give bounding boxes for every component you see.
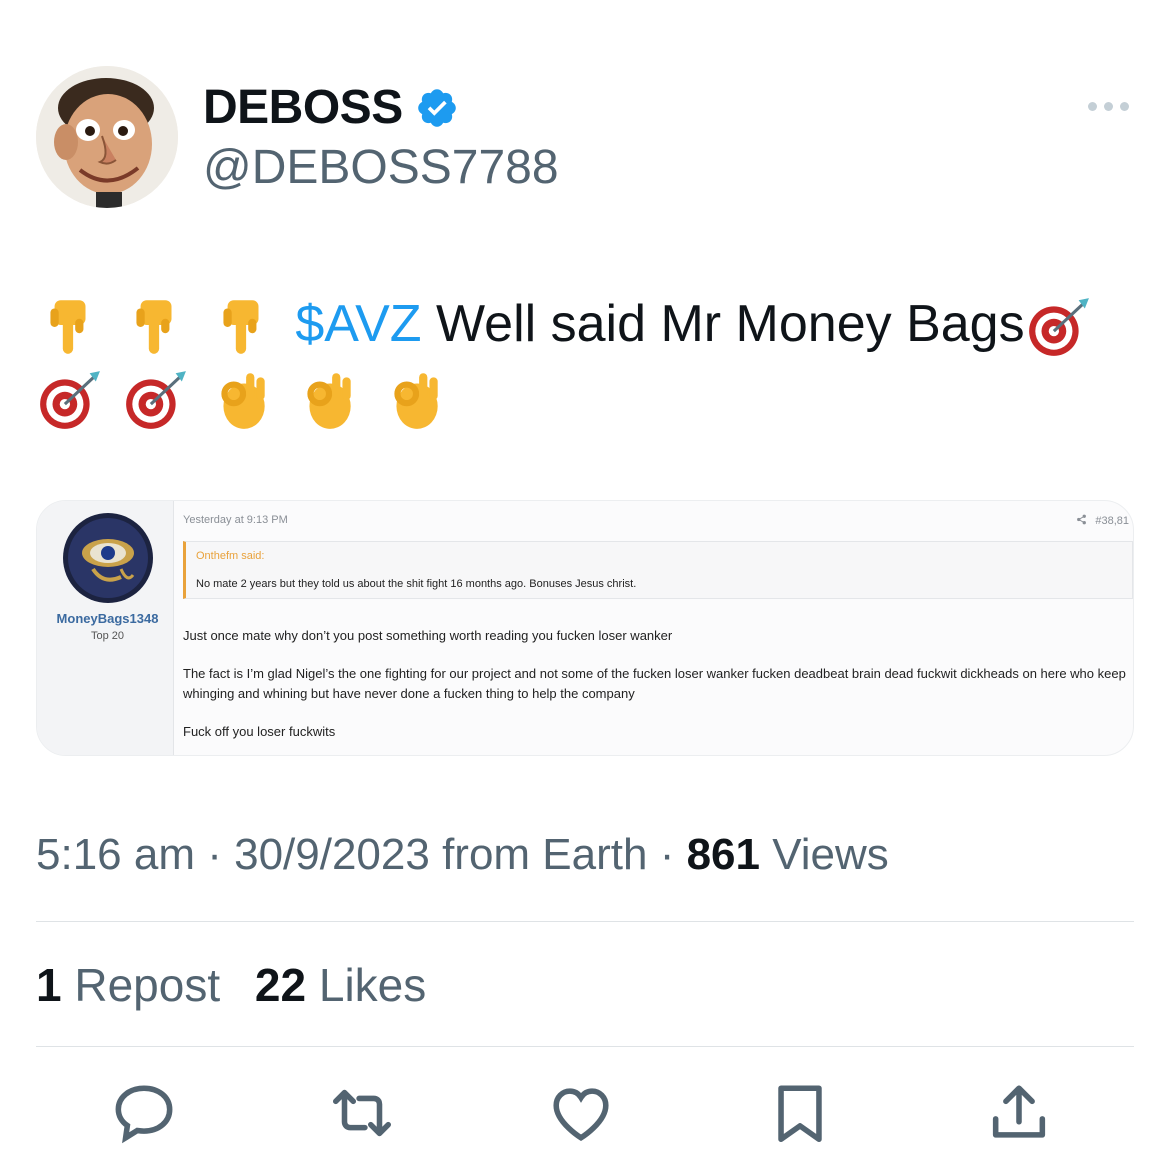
backhand-index-pointing-down-icon: [209, 294, 275, 360]
direct-hit-icon: [1025, 294, 1091, 360]
direct-hit-icon: [36, 367, 102, 433]
tweet-meta: 5:16 am · 30/9/2023 from Earth · 861 Vie…: [36, 830, 889, 880]
reply-icon[interactable]: [109, 1078, 179, 1148]
divider: [36, 921, 1134, 922]
forum-post-number: #38,81: [1095, 515, 1129, 527]
bookmark-icon[interactable]: [765, 1078, 835, 1148]
more-options-icon[interactable]: [1086, 96, 1130, 116]
divider: [36, 1046, 1134, 1047]
author-display-name[interactable]: DEBOSS: [203, 80, 403, 135]
ok-hand-icon: [209, 367, 275, 433]
views-label[interactable]: Views: [760, 830, 889, 879]
tweet-media-image[interactable]: MoneyBags1348 Top 20 Yesterday at 9:13 P…: [36, 500, 1134, 756]
likes-label[interactable]: Likes: [306, 959, 426, 1011]
forum-avatar: [63, 513, 153, 603]
forum-post-date: Yesterday at 9:13 PM: [183, 514, 288, 526]
forum-quote-text: No mate 2 years but they told us about t…: [196, 578, 637, 590]
backhand-index-pointing-down-icon: [122, 294, 188, 360]
forum-quote-author: Onthefm said:: [196, 550, 265, 562]
forum-post-number-row: #38,81: [1076, 514, 1129, 528]
meta-separator: ·: [194, 830, 235, 879]
meta-separator: ·: [647, 830, 687, 879]
forum-quote: Onthefm said: No mate 2 years but they t…: [183, 541, 1133, 599]
like-icon[interactable]: [546, 1078, 616, 1148]
tweet-text: $AVZ Well said Mr Money Bags: [36, 288, 1136, 433]
cashtag-link[interactable]: $AVZ: [295, 295, 421, 353]
likes-stat[interactable]: 22 Likes: [255, 958, 426, 1012]
action-bar: [0, 1078, 1170, 1148]
author-name-row[interactable]: DEBOSS: [203, 80, 459, 135]
views-count[interactable]: 861: [687, 830, 760, 879]
ok-hand-icon: [295, 367, 361, 433]
tweet-time[interactable]: 5:16 am: [36, 830, 195, 879]
tweet-date[interactable]: 30/9/2023: [234, 830, 430, 879]
backhand-index-pointing-down-icon: [36, 294, 102, 360]
repost-icon[interactable]: [327, 1078, 397, 1148]
forum-post-body: Just once mate why don’t you post someth…: [183, 626, 1128, 755]
forum-body-line: Just once mate why don’t you post someth…: [183, 628, 673, 643]
reposts-stat[interactable]: 1 Repost: [36, 958, 220, 1012]
likes-count[interactable]: 22: [255, 959, 306, 1011]
forum-user-panel: MoneyBags1348 Top 20: [37, 501, 174, 755]
tweet-text-body: Well said Mr Money Bags: [421, 295, 1025, 353]
tweet-detail: DEBOSS @DEBOSS7788 $AVZ Well said Mr Mon…: [0, 0, 1170, 1156]
forum-body-line: The fact is I’m glad Nigel’s the one fig…: [183, 666, 1126, 701]
verified-badge-icon: [415, 86, 459, 130]
share-icon[interactable]: [984, 1078, 1054, 1148]
ok-hand-icon: [382, 367, 448, 433]
engagement-stats: 1 Repost 22 Likes: [36, 958, 448, 1012]
reposts-label[interactable]: Repost: [62, 959, 220, 1011]
direct-hit-icon: [122, 367, 188, 433]
forum-share-icon: [1076, 514, 1087, 528]
forum-username: MoneyBags1348: [56, 611, 159, 626]
forum-body-line: Fuck off you loser fuckwits: [183, 724, 336, 739]
tweet-source: from Earth: [429, 830, 648, 879]
author-handle[interactable]: @DEBOSS7788: [203, 140, 559, 195]
forum-rank: Top 20: [90, 630, 125, 642]
reposts-count[interactable]: 1: [36, 959, 62, 1011]
author-avatar[interactable]: [36, 66, 178, 208]
